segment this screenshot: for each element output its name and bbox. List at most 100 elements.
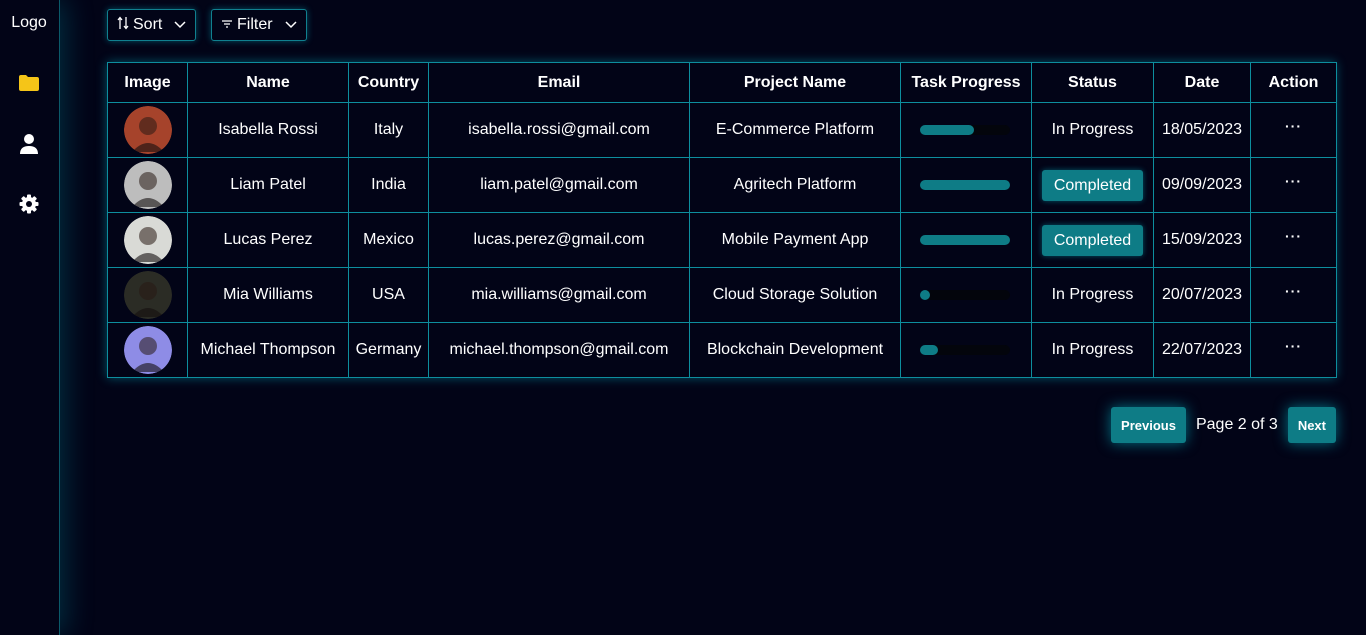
filter-label: Filter	[237, 16, 273, 33]
table-row: Mia Williams USA mia.williams@gmail.com …	[107, 267, 1337, 323]
date-cell: 15/09/2023	[1153, 212, 1251, 268]
avatar-cell	[107, 157, 188, 213]
name-cell: Michael Thompson	[187, 322, 349, 378]
projects-table: Image Name Country Email Project Name Ta…	[107, 62, 1337, 378]
country-cell: Germany	[348, 322, 429, 378]
status-cell: In Progress	[1031, 322, 1154, 378]
avatar-cell	[107, 267, 188, 323]
email-cell: michael.thompson@gmail.com	[428, 322, 690, 378]
name-cell: Liam Patel	[187, 157, 349, 213]
avatar-cell	[107, 102, 188, 158]
name-cell: Isabella Rossi	[187, 102, 349, 158]
previous-button[interactable]: Previous	[1111, 407, 1186, 443]
country-cell: USA	[348, 267, 429, 323]
header-image: Image	[107, 62, 188, 103]
project-cell: Blockchain Development	[689, 322, 901, 378]
avatar	[123, 326, 172, 374]
action-cell: ···	[1250, 212, 1337, 268]
table-header-row: Image Name Country Email Project Name Ta…	[107, 62, 1337, 103]
avatar	[123, 106, 172, 154]
progress-bar	[920, 290, 1010, 300]
table-row: Michael Thompson Germany michael.thompso…	[107, 322, 1337, 378]
avatar	[123, 216, 172, 264]
avatar	[123, 161, 172, 209]
avatar	[123, 271, 172, 319]
progress-fill	[920, 180, 1010, 190]
progress-fill	[920, 345, 938, 355]
sort-button[interactable]: Sort	[107, 9, 196, 41]
table-row: Lucas Perez Mexico lucas.perez@gmail.com…	[107, 212, 1337, 268]
chevron-down-icon	[284, 20, 298, 30]
progress-bar	[920, 345, 1010, 355]
date-cell: 18/05/2023	[1153, 102, 1251, 158]
sidebar: Logo	[0, 0, 60, 635]
progress-fill	[920, 125, 974, 135]
country-cell: India	[348, 157, 429, 213]
header-project-name: Project Name	[689, 62, 901, 103]
name-cell: Lucas Perez	[187, 212, 349, 268]
filter-icon	[221, 16, 233, 34]
logo: Logo	[11, 14, 47, 31]
progress-bar	[920, 180, 1010, 190]
more-icon[interactable]: ···	[1285, 118, 1302, 134]
country-cell: Italy	[348, 102, 429, 158]
project-cell: E-Commerce Platform	[689, 102, 901, 158]
header-status: Status	[1031, 62, 1154, 103]
more-icon[interactable]: ···	[1285, 283, 1302, 299]
more-icon[interactable]: ···	[1285, 173, 1302, 189]
filter-button[interactable]: Filter	[211, 9, 307, 41]
email-cell: isabella.rossi@gmail.com	[428, 102, 690, 158]
folder-icon[interactable]	[17, 71, 41, 95]
table-row: Isabella Rossi Italy isabella.rossi@gmai…	[107, 102, 1337, 158]
progress-bar	[920, 125, 1010, 135]
sort-icon	[117, 15, 129, 35]
sort-label: Sort	[133, 16, 163, 33]
avatar-cell	[107, 212, 188, 268]
email-cell: liam.patel@gmail.com	[428, 157, 690, 213]
more-icon[interactable]: ···	[1285, 338, 1302, 354]
avatar-cell	[107, 322, 188, 378]
status-cell: Completed	[1031, 157, 1154, 213]
header-task-progress: Task Progress	[900, 62, 1032, 103]
header-action: Action	[1250, 62, 1337, 103]
header-email: Email	[428, 62, 690, 103]
header-date: Date	[1153, 62, 1251, 103]
project-cell: Agritech Platform	[689, 157, 901, 213]
header-name: Name	[187, 62, 349, 103]
project-cell: Cloud Storage Solution	[689, 267, 901, 323]
status-badge: Completed	[1041, 169, 1144, 201]
project-cell: Mobile Payment App	[689, 212, 901, 268]
status-text: In Progress	[1051, 286, 1134, 303]
header-country: Country	[348, 62, 429, 103]
gear-icon[interactable]	[17, 192, 41, 216]
progress-cell	[900, 102, 1032, 158]
progress-cell	[900, 212, 1032, 268]
action-cell: ···	[1250, 322, 1337, 378]
email-cell: lucas.perez@gmail.com	[428, 212, 690, 268]
status-cell: Completed	[1031, 212, 1154, 268]
chevron-down-icon	[173, 20, 187, 30]
date-cell: 22/07/2023	[1153, 322, 1251, 378]
name-cell: Mia Williams	[187, 267, 349, 323]
next-button[interactable]: Next	[1287, 407, 1336, 443]
progress-cell	[900, 157, 1032, 213]
date-cell: 09/09/2023	[1153, 157, 1251, 213]
user-icon[interactable]	[17, 132, 41, 156]
status-text: In Progress	[1051, 121, 1134, 138]
status-badge: Completed	[1041, 224, 1144, 256]
progress-bar	[920, 235, 1010, 245]
pagination: Previous Page 2 of 3 Next	[1111, 407, 1336, 443]
status-text: In Progress	[1051, 341, 1134, 358]
country-cell: Mexico	[348, 212, 429, 268]
more-icon[interactable]: ···	[1285, 228, 1302, 244]
progress-cell	[900, 322, 1032, 378]
date-cell: 20/07/2023	[1153, 267, 1251, 323]
action-cell: ···	[1250, 267, 1337, 323]
status-cell: In Progress	[1031, 102, 1154, 158]
action-cell: ···	[1250, 157, 1337, 213]
table-row: Liam Patel India liam.patel@gmail.com Ag…	[107, 157, 1337, 213]
email-cell: mia.williams@gmail.com	[428, 267, 690, 323]
progress-fill	[920, 290, 930, 300]
action-cell: ···	[1250, 102, 1337, 158]
page-indicator: Page 2 of 3	[1195, 416, 1278, 433]
